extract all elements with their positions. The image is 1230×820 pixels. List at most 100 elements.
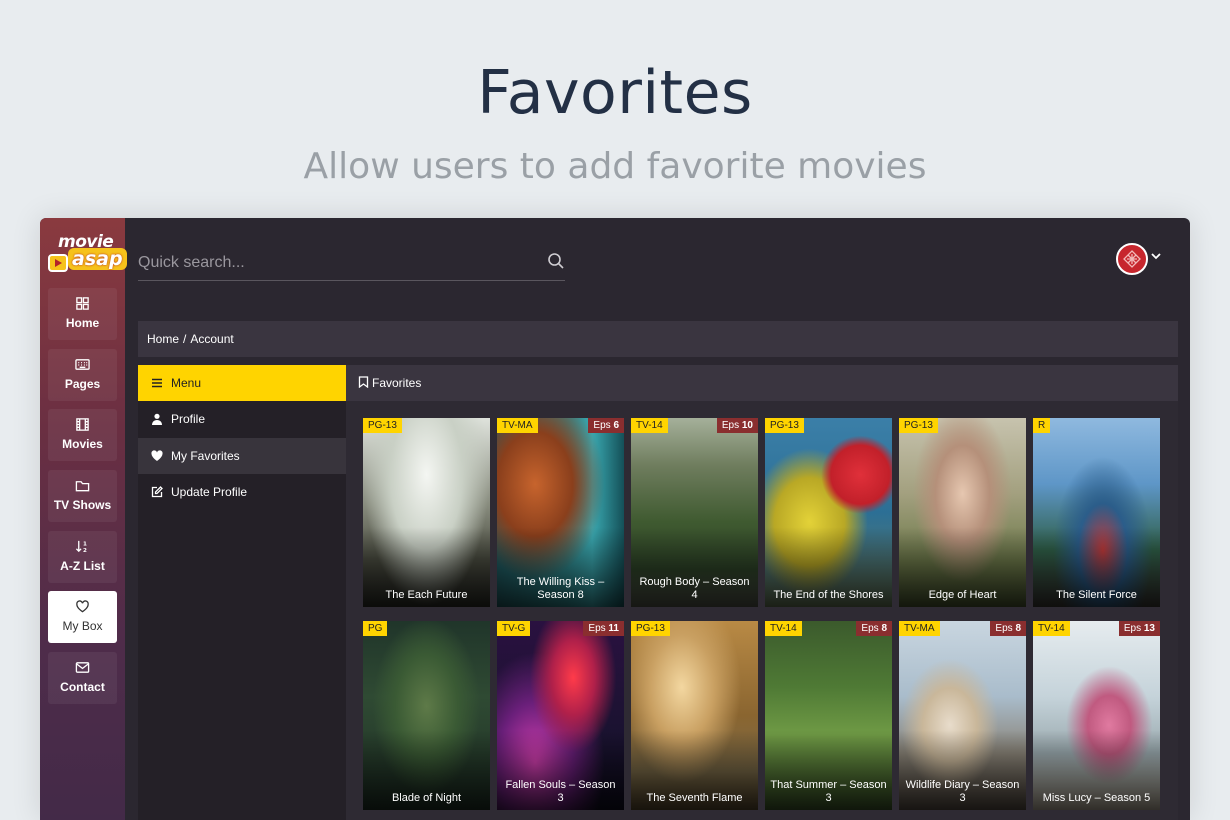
side-item-my-favorites[interactable]: My Favorites: [138, 438, 346, 474]
hero-subtitle: Allow users to add favorite movies: [303, 146, 927, 187]
rating-badge: PG-13: [363, 418, 402, 433]
nav-home-label: Home: [65, 316, 100, 330]
movie-card[interactable]: TV-14 Eps 8 That Summer – Season 3: [765, 621, 892, 810]
mail-icon: [48, 660, 117, 676]
card-title: Miss Lucy – Season 5: [1042, 792, 1151, 804]
app-window: movie asap Home Pages Movies TV Shows 1 …: [40, 218, 1190, 820]
movie-card[interactable]: PG-13 The Seventh Flame: [631, 621, 758, 810]
eps-count: 13: [1143, 623, 1155, 634]
side-item-update-profile[interactable]: Update Profile: [138, 474, 346, 510]
movie-card[interactable]: PG-13 The End of the Shores: [765, 418, 892, 607]
avatar-emblem-icon: [1123, 250, 1141, 268]
eps-label: Eps: [593, 420, 611, 431]
nav-movies-label: Movies: [62, 437, 103, 451]
movie-card[interactable]: TV-MA Eps 6 The Willing Kiss – Season 8: [497, 418, 624, 607]
breadcrumb-home[interactable]: Home: [147, 332, 179, 346]
chevron-down-icon[interactable]: [1150, 250, 1162, 262]
rating-badge: TV-MA: [497, 418, 538, 433]
nav-pages[interactable]: Pages: [48, 349, 117, 401]
rating-badge: PG: [363, 621, 388, 636]
nav-az-list-label: A-Z List: [60, 559, 105, 573]
card-title: The Silent Force: [1056, 589, 1137, 601]
svg-text:2: 2: [83, 548, 87, 554]
eps-count: 11: [608, 623, 619, 634]
brand-logo[interactable]: movie asap: [46, 232, 127, 278]
rating-badge: TV-14: [765, 621, 802, 636]
edit-icon: [151, 475, 167, 511]
nav-my-box-label: My Box: [62, 619, 103, 633]
nav-pages-label: Pages: [64, 377, 101, 391]
movie-card[interactable]: R The Silent Force: [1033, 418, 1160, 607]
nav-az-list[interactable]: 12 A-Z List: [48, 531, 117, 583]
film-icon: [48, 417, 117, 433]
menu-label: Menu: [171, 376, 202, 390]
sort-icon: 12: [48, 539, 117, 555]
breadcrumb: Home / Account: [138, 321, 1178, 357]
favorites-heading-label: Favorites: [372, 376, 422, 390]
episodes-badge: Eps 11: [583, 621, 624, 636]
favorites-grid: PG-13 The Each Future TV-MA Eps 6 The Wi…: [346, 401, 1178, 820]
movie-card[interactable]: TV-MA Eps 8 Wildlife Diary – Season 3: [899, 621, 1026, 810]
eps-label: Eps: [861, 623, 879, 634]
nav-movies[interactable]: Movies: [48, 409, 117, 461]
card-title: Blade of Night: [391, 792, 462, 804]
nav-contact[interactable]: Contact: [48, 652, 117, 704]
grid-icon: [48, 296, 117, 312]
rating-badge: PG-13: [765, 418, 804, 433]
eps-count: 8: [881, 623, 887, 634]
card-title: That Summer – Season 3: [770, 779, 887, 804]
eps-label: Eps: [1123, 623, 1142, 634]
card-title: Rough Body – Season 4: [639, 576, 750, 601]
episodes-badge: Eps 10: [716, 418, 758, 433]
rating-badge: R: [1033, 418, 1051, 433]
nav-contact-label: Contact: [60, 680, 105, 694]
eps-count: 8: [1015, 623, 1021, 634]
favorites-heading: Favorites: [346, 365, 1178, 401]
rating-badge: PG-13: [899, 418, 938, 433]
rating-badge: PG-13: [631, 621, 670, 636]
movie-card[interactable]: TV-G Eps 11 Fallen Souls – Season 3: [497, 621, 624, 810]
heart-icon: [48, 599, 117, 615]
folder-icon: [48, 478, 117, 494]
eps-count: 6: [613, 420, 619, 431]
breadcrumb-current: Account: [190, 332, 234, 346]
card-title: The Seventh Flame: [646, 792, 743, 804]
rating-badge: TV-14: [631, 418, 668, 433]
side-item-label: Profile: [171, 412, 206, 426]
card-title: The Willing Kiss – Season 8: [516, 576, 605, 601]
quick-search: [138, 246, 565, 281]
episodes-badge: Eps 8: [856, 621, 892, 636]
movie-card[interactable]: PG Blade of Night: [363, 621, 490, 810]
eps-label: Eps: [995, 623, 1013, 634]
svg-text:1: 1: [83, 542, 87, 548]
nav-tv-shows-label: TV Shows: [53, 498, 112, 512]
search-icon[interactable]: [547, 252, 565, 270]
side-item-profile[interactable]: Profile: [138, 401, 346, 437]
movie-card[interactable]: TV-14 Eps 10 Rough Body – Season 4: [631, 418, 758, 607]
card-title: Fallen Souls – Season 3: [505, 779, 616, 804]
side-item-label: Update Profile: [171, 485, 248, 499]
play-icon: [48, 254, 68, 272]
keyboard-icon: [48, 357, 117, 373]
search-input[interactable]: [138, 248, 538, 278]
bookmark-icon: [358, 376, 369, 389]
nav-my-box[interactable]: My Box: [48, 591, 117, 643]
card-title: Edge of Heart: [928, 589, 997, 601]
eps-label: Eps: [721, 420, 740, 431]
episodes-badge: Eps 13: [1118, 621, 1160, 636]
rating-badge: TV-G: [497, 621, 531, 636]
hamburger-icon: [151, 366, 167, 402]
episodes-badge: Eps 6: [588, 418, 624, 433]
nav-home[interactable]: Home: [48, 288, 117, 340]
nav-tv-shows[interactable]: TV Shows: [48, 470, 117, 522]
eps-count: 10: [741, 420, 753, 431]
movie-card[interactable]: PG-13 The Each Future: [363, 418, 490, 607]
nav-rail: movie asap Home Pages Movies TV Shows 1 …: [40, 218, 127, 820]
logo-text-bottom: asap: [68, 248, 127, 270]
card-title: The End of the Shores: [773, 589, 884, 601]
account-side-menu: Menu Profile My Favorites Update Profile: [138, 365, 346, 820]
movie-card[interactable]: PG-13 Edge of Heart: [899, 418, 1026, 607]
movie-card[interactable]: TV-14 Eps 13 Miss Lucy – Season 5: [1033, 621, 1160, 810]
menu-toggle[interactable]: Menu: [138, 365, 346, 401]
avatar[interactable]: [1116, 243, 1148, 275]
